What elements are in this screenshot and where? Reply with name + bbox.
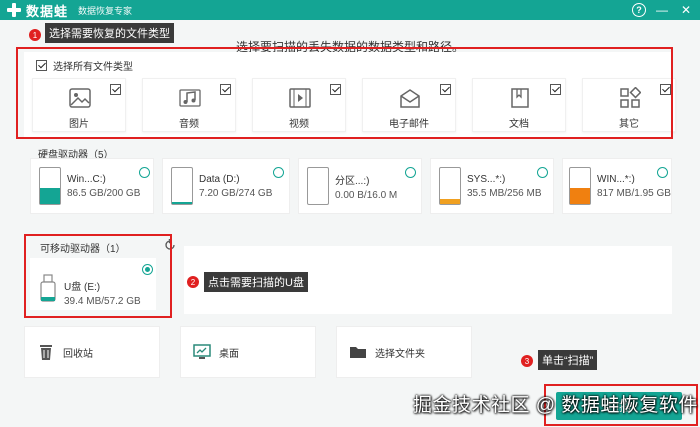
- drive-card-c[interactable]: Win...C:) 86.5 GB/200 GB: [30, 158, 154, 214]
- hard-drive-icon: [307, 167, 329, 205]
- help-icon[interactable]: ?: [632, 3, 646, 17]
- step1-badge: 1: [29, 29, 41, 41]
- folder-icon: [350, 347, 366, 358]
- desktop-label: 桌面: [219, 348, 239, 360]
- drive-card-sys[interactable]: SYS...*:) 35.5 MB/256 MB: [430, 158, 554, 214]
- recycle-bin-label: 回收站: [63, 348, 93, 360]
- usb-highlight: [24, 234, 172, 318]
- close-button[interactable]: ✕: [678, 2, 694, 18]
- drive-card-win[interactable]: WIN...*:) 817 MB/1.95 GB: [562, 158, 672, 214]
- step2-callout: 点击需要扫描的U盘: [204, 272, 308, 292]
- app-name: 数据蛙: [26, 3, 69, 19]
- trash-icon: [40, 345, 52, 360]
- title-bar: 数据蛙 数据恢复专家 ? — ✕: [0, 0, 700, 20]
- file-types-highlight: [16, 47, 673, 139]
- drive-card-d[interactable]: Data (D:) 7.20 GB/274 GB: [162, 158, 290, 214]
- step1-callout: 选择需要恢复的文件类型: [45, 23, 174, 43]
- drive-d-radio[interactable]: [273, 167, 284, 178]
- recycle-bin-tile[interactable]: 回收站: [24, 326, 160, 378]
- plus-logo-icon: [6, 2, 22, 18]
- drive-size: 86.5 GB/200 GB: [67, 187, 141, 199]
- drive-name: 分区...:): [335, 175, 370, 187]
- hard-drive-icon: [171, 167, 193, 205]
- app-subtitle: 数据恢复专家: [78, 5, 133, 16]
- drive-size: 0.00 B/16.0 M: [335, 189, 398, 201]
- step3-badge: 3: [521, 355, 533, 367]
- drive-size: 35.5 MB/256 MB: [467, 187, 542, 199]
- watermark-text: 掘金技术社区 @ 数据蛙恢复软件: [413, 395, 698, 416]
- desktop-tile[interactable]: 桌面: [180, 326, 316, 378]
- drive-name: Win...C:): [67, 173, 106, 185]
- choose-folder-label: 选择文件夹: [375, 348, 425, 360]
- hard-drive-icon: [569, 167, 591, 205]
- step2-badge: 2: [187, 276, 199, 288]
- drive-size: 817 MB/1.95 GB: [597, 187, 671, 199]
- minimize-button[interactable]: —: [654, 2, 670, 18]
- drive-c-radio[interactable]: [139, 167, 150, 178]
- drive-partition-radio[interactable]: [405, 167, 416, 178]
- drive-card-partition[interactable]: 分区...:) 0.00 B/16.0 M: [298, 158, 422, 214]
- step3-callout: 单击“扫描”: [538, 350, 598, 370]
- hard-drive-icon: [439, 167, 461, 205]
- drive-name: SYS...*:): [467, 173, 506, 185]
- drive-size: 7.20 GB/274 GB: [199, 187, 273, 199]
- hard-drive-icon: [39, 167, 61, 205]
- drive-name: Data (D:): [199, 173, 240, 185]
- app-logo: 数据蛙 数据恢复专家: [6, 1, 132, 20]
- choose-folder-tile[interactable]: 选择文件夹: [336, 326, 472, 378]
- desktop-icon: [193, 344, 211, 359]
- drive-name: WIN...*:): [597, 173, 635, 185]
